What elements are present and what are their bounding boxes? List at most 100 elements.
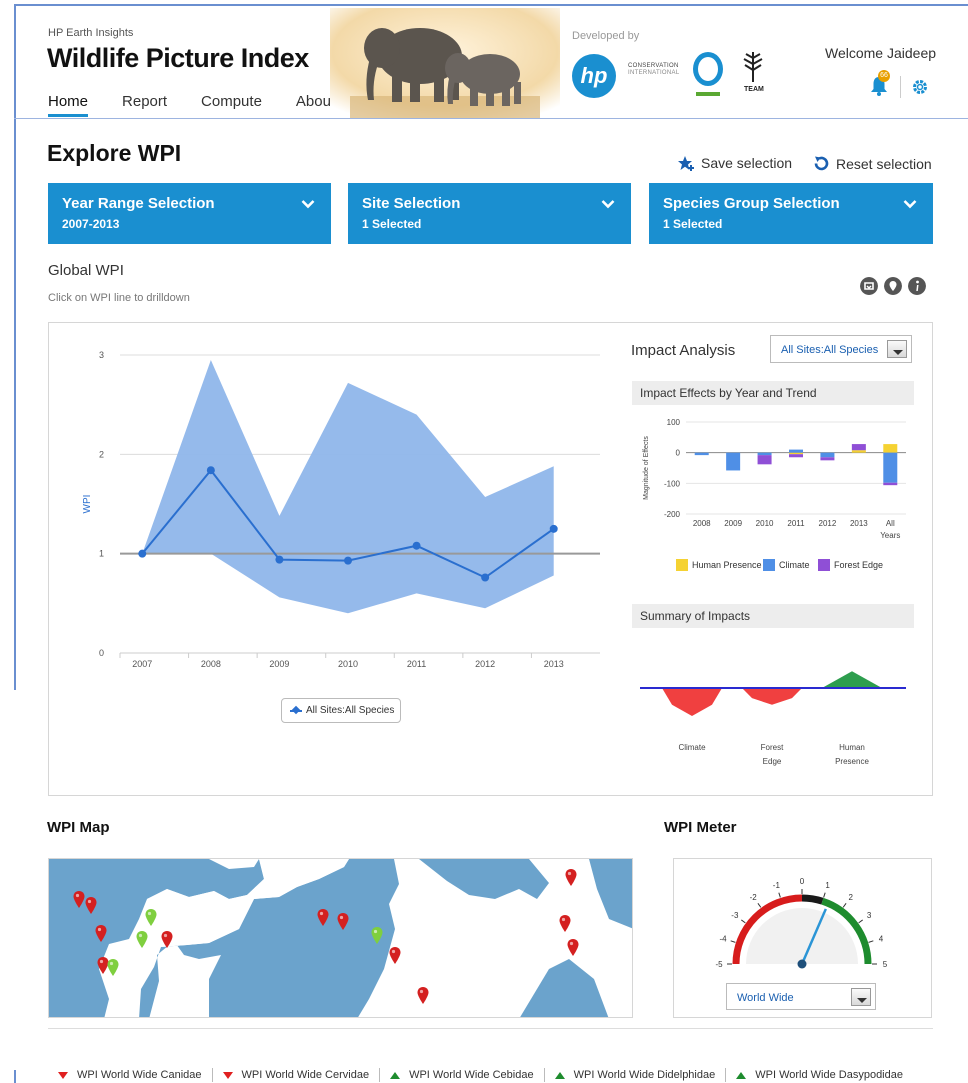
selector-value: 2007-2013 [62, 217, 120, 231]
map-pin-icon[interactable] [337, 913, 349, 931]
location-icon[interactable] [884, 277, 902, 295]
data-point [549, 524, 558, 533]
species-legend-item[interactable]: WPI World Wide Dasypodidae [736, 1069, 903, 1081]
map-pin-icon[interactable] [317, 909, 329, 927]
bar-segment [789, 449, 803, 453]
nav-compute[interactable]: Compute [201, 93, 262, 117]
map-pin-icon[interactable] [559, 915, 571, 933]
team-plant-icon [743, 52, 763, 82]
gauge-tick [730, 940, 736, 943]
reset-selection-button[interactable]: Reset selection [813, 155, 932, 172]
x-tick-label: 2010 [756, 519, 774, 528]
species-legend-label: WPI World Wide Cebidae [409, 1069, 534, 1081]
species-group-selector[interactable]: Species Group Selection 1 Selected [649, 183, 933, 244]
map-pin-icon[interactable] [161, 931, 173, 949]
pin-shape [371, 927, 383, 944]
species-legend-item[interactable]: WPI World Wide Cervidae [222, 1069, 369, 1081]
frame-border-stub [14, 1070, 16, 1083]
map-pin-icon[interactable] [567, 939, 579, 957]
wpi-map[interactable] [48, 858, 633, 1018]
impact-label: Climate [678, 743, 706, 752]
map-pin-icon[interactable] [85, 897, 97, 915]
pin-shape [317, 909, 329, 926]
legend-label: Climate [779, 560, 810, 570]
impact-label: Human [839, 743, 865, 752]
map-pin-icon[interactable] [107, 959, 119, 977]
global-wpi-title: Global WPI [48, 262, 124, 279]
summary-impacts-chart[interactable]: Climate Forest Edge Human Presence [636, 650, 914, 775]
y-tick-label: 100 [667, 418, 681, 427]
nav-report[interactable]: Report [122, 93, 167, 117]
y-tick-label: 1 [99, 549, 104, 559]
map-pin-icon[interactable] [371, 927, 383, 945]
info-icon[interactable] [908, 277, 926, 295]
species-legend-item[interactable]: WPI World Wide Canidae [58, 1069, 202, 1081]
pin-highlight [567, 871, 572, 876]
map-pin-icon[interactable] [136, 931, 148, 949]
nav-home[interactable]: Home [48, 93, 89, 117]
main-nav: Home Report Compute About [48, 93, 369, 117]
map-pin-icon[interactable] [73, 891, 85, 909]
legend-climate: Climate [763, 559, 810, 571]
confidence-band [142, 359, 554, 614]
pin-shape [95, 925, 107, 942]
map-pin-icon[interactable] [145, 909, 157, 927]
year-range-selector[interactable]: Year Range Selection 2007-2013 [48, 183, 331, 244]
trend-up-icon [736, 1071, 747, 1079]
y-tick-label: 3 [99, 350, 104, 360]
pin-highlight [419, 989, 424, 994]
meter-select-value: World Wide [737, 992, 794, 1004]
site-selector[interactable]: Site Selection 1 Selected [348, 183, 631, 244]
bar-segment [757, 452, 772, 456]
header-divider [14, 118, 968, 119]
map-pin-icon[interactable] [565, 869, 577, 887]
impact-site-select[interactable]: All Sites:All Species [770, 335, 912, 363]
meter-region-select[interactable]: World Wide [726, 983, 876, 1010]
gauge-tick [741, 919, 746, 924]
pin-highlight [99, 959, 104, 964]
ci-logo-line1: CONSERVATION [628, 63, 679, 69]
save-selection-button[interactable]: Save selection [677, 155, 792, 171]
gauge-tick [823, 892, 826, 898]
impact-label: Edge [763, 757, 782, 766]
series-legend-label: All Sites:All Species [306, 705, 395, 716]
trend-down-icon [222, 1071, 233, 1079]
wpi-map-title: WPI Map [47, 819, 110, 836]
selector-title: Species Group Selection [663, 195, 840, 212]
series-legend-button[interactable]: All Sites:All Species [281, 698, 401, 723]
ci-ring-icon [693, 52, 723, 86]
gauge-tick [858, 919, 863, 924]
reset-selection-label: Reset selection [836, 155, 932, 172]
pin-highlight [561, 917, 566, 922]
data-point [344, 556, 352, 565]
pin-shape [85, 897, 97, 914]
pin-shape [389, 947, 401, 964]
gauge-tick-label: 4 [879, 934, 884, 943]
wpi-meter-gauge: -5 -4 -3 -2 -1 0 1 2 3 4 5 [715, 877, 887, 969]
y-axis-label: Magnitude of Effects [643, 436, 650, 500]
legend-divider [379, 1068, 381, 1082]
download-icon[interactable] [860, 277, 878, 295]
trend-up-icon [390, 1071, 401, 1079]
header-icon-divider [900, 76, 901, 98]
map-pin-icon[interactable] [389, 947, 401, 965]
map-pin-icon[interactable] [417, 987, 429, 1005]
global-wpi-chart[interactable]: 0 1 2 3 WPI 2007 2008 2009 2010 2011 2012 2013 [60, 340, 620, 680]
pin-highlight [569, 941, 574, 946]
species-legend-item[interactable]: WPI World Wide Didelphidae [554, 1069, 715, 1081]
impact-effects-chart[interactable]: 100 0 -100 -200 Magnitude of Effects 2008 2009… [636, 408, 914, 548]
pin-highlight [87, 899, 92, 904]
dropdown-arrow-icon [887, 340, 907, 358]
frame-border-left [14, 4, 16, 690]
selector-value: 1 Selected [663, 217, 723, 231]
impact-arrow [742, 688, 802, 705]
gear-icon[interactable] [912, 79, 928, 95]
impact-effects-header: Impact Effects by Year and Trend [632, 381, 914, 405]
species-legend-item[interactable]: WPI World Wide Cebidae [390, 1069, 534, 1081]
x-tick-label: Years [880, 531, 900, 540]
data-point [138, 549, 147, 558]
gauge-neutral-arc [801, 894, 824, 905]
map-pin-icon[interactable] [95, 925, 107, 943]
data-point [275, 555, 284, 564]
gauge-tick [778, 892, 781, 898]
